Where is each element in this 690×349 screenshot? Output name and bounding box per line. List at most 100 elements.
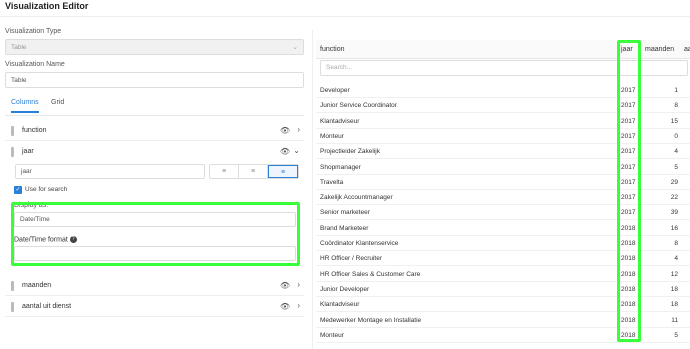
header-maanden[interactable]: maanden <box>645 46 674 53</box>
cell-jaar: 2017 <box>621 117 636 125</box>
eye-icon[interactable]: 👁 <box>280 126 290 135</box>
eye-icon[interactable]: 👁 <box>280 302 290 311</box>
table-row: Monteur 2018 5 <box>316 328 690 343</box>
cell-function: Medewerker Montage en Installatie <box>320 316 422 324</box>
cell-function: Monteur <box>320 132 344 140</box>
chevron-right-icon[interactable]: › <box>297 280 300 289</box>
cell-function: Developer <box>320 87 350 94</box>
chevron-right-icon[interactable]: › <box>297 125 300 134</box>
align-right-icon[interactable]: ≡ <box>268 165 298 178</box>
column-row-maanden[interactable]: maanden 👁 › <box>5 276 304 296</box>
use-for-search-label: Use for search <box>25 186 68 193</box>
cell-jaar: 2018 <box>621 224 636 232</box>
cell-function: HR Officer / Recruiter <box>320 255 383 263</box>
drag-handle-icon[interactable] <box>11 147 14 157</box>
cell-jaar: 2017 <box>621 102 636 110</box>
column-name: jaar <box>22 148 34 155</box>
cell-jaar: 2018 <box>621 331 636 339</box>
cell-maanden: 4 <box>674 255 678 263</box>
display-as-select[interactable]: Date/Time <box>14 212 296 227</box>
drag-handle-icon[interactable] <box>11 302 14 312</box>
display-as-value: Date/Time <box>20 216 50 223</box>
cell-jaar: 2017 <box>621 87 636 94</box>
visualization-type-label: Visualization Type <box>5 28 62 35</box>
table-row: HR Officer / Recruiter 2018 4 <box>316 251 690 267</box>
cell-jaar: 2017 <box>621 148 636 156</box>
cell-function: Klantadviseur <box>320 117 360 125</box>
column-row-function[interactable]: function 👁 › <box>5 121 304 141</box>
table-row: Travelta 2017 29 <box>316 175 690 190</box>
cell-jaar: 2018 <box>621 240 636 247</box>
table-row: Senior marketeer 2017 39 <box>316 205 690 221</box>
cell-maanden: 16 <box>670 224 678 232</box>
cell-maanden: 22 <box>670 194 678 202</box>
table-row: Shopmanager 2017 5 <box>316 160 690 175</box>
use-for-search-checkbox[interactable]: ✓ <box>14 186 22 194</box>
header-jaar[interactable]: jaar <box>621 46 633 53</box>
datetime-format-input[interactable] <box>14 246 296 261</box>
display-as-label: Display as: <box>14 202 49 209</box>
column-row-aantal-uit-dienst[interactable]: aantal uit dienst 👁 › <box>5 297 304 317</box>
panel-divider <box>312 30 313 349</box>
visualization-type-select[interactable]: Table ⌄ <box>5 39 304 55</box>
cell-function: Shopmanager <box>320 163 361 171</box>
table-header: function jaar maanden aa <box>316 40 690 59</box>
cell-jaar: 2017 <box>621 194 636 202</box>
align-center-icon[interactable]: ≡ <box>239 165 268 178</box>
cell-maanden: 8 <box>674 102 678 110</box>
cell-jaar: 2018 <box>621 316 636 324</box>
header-function[interactable]: function <box>320 46 345 53</box>
chevron-down-icon[interactable]: ⌄ <box>293 146 300 155</box>
eye-icon[interactable]: 👁 <box>280 147 290 156</box>
header-aantal[interactable]: aa <box>684 46 690 53</box>
help-icon[interactable]: ? <box>69 236 77 243</box>
chevron-right-icon[interactable]: › <box>297 301 300 310</box>
cell-function: Travelta <box>320 178 344 186</box>
visualization-name-label: Visualization Name <box>5 61 65 68</box>
page-title: Visualization Editor <box>5 1 89 11</box>
cell-maanden: 12 <box>670 270 678 278</box>
visualization-type-value: Table <box>11 44 27 51</box>
cell-function: Junior Developer <box>320 285 370 293</box>
column-name: maanden <box>22 282 52 289</box>
cell-maanden: 39 <box>670 209 678 217</box>
align-left-icon[interactable]: ≡ <box>210 165 239 178</box>
column-row-jaar[interactable]: jaar 👁 ⌄ <box>5 142 304 162</box>
cell-maanden: 1 <box>674 87 678 94</box>
cell-function: Coördinator Klantenservice <box>320 240 399 247</box>
table-search-input[interactable]: Search... <box>320 60 688 76</box>
cell-maanden: 8 <box>674 240 678 247</box>
editor-tabs: Columns Grid <box>5 98 304 116</box>
chevron-down-icon: ⌄ <box>292 44 298 51</box>
table-row: Developer 2017 1 <box>316 83 690 98</box>
table-row: Junior Service Coordinator 2017 8 <box>316 98 690 114</box>
cell-maanden: 5 <box>674 331 678 339</box>
table-row: Monteur 2017 0 <box>316 129 690 144</box>
cell-function: Brand Marketeer <box>320 224 369 232</box>
drag-handle-icon[interactable] <box>11 126 14 136</box>
cell-function: Monteur <box>320 331 344 339</box>
column-title-input[interactable]: jaar <box>15 164 205 179</box>
table-row: HR Officer Sales & Customer Care 2018 12 <box>316 267 690 282</box>
eye-icon[interactable]: 👁 <box>280 281 290 290</box>
cell-maanden: 15 <box>670 117 678 125</box>
visualization-name-input[interactable]: Table <box>5 72 304 88</box>
tab-grid[interactable]: Grid <box>51 99 64 111</box>
table-row: Coördinator Klantenservice 2018 8 <box>316 236 690 251</box>
cell-jaar: 2017 <box>621 209 636 217</box>
tab-columns[interactable]: Columns <box>11 99 39 113</box>
column-name: function <box>22 127 47 134</box>
column-name: aantal uit dienst <box>22 303 72 310</box>
cell-maanden: 11 <box>671 316 678 324</box>
cell-function: HR Officer Sales & Customer Care <box>320 270 421 278</box>
cell-function: Junior Service Coordinator <box>320 102 397 110</box>
cell-jaar: 2018 <box>621 270 636 278</box>
table-row: Medewerker Montage en Installatie 2018 11 <box>316 313 690 328</box>
cell-function: Senior marketeer <box>320 209 370 217</box>
cell-jaar: 2017 <box>621 178 636 186</box>
cell-maanden: 18 <box>670 285 678 293</box>
drag-handle-icon[interactable] <box>11 281 14 291</box>
table-row: Klantadviseur 2017 15 <box>316 114 690 129</box>
cell-maanden: 29 <box>670 178 678 186</box>
cell-function: Projectleider Zakelijk <box>320 148 380 156</box>
